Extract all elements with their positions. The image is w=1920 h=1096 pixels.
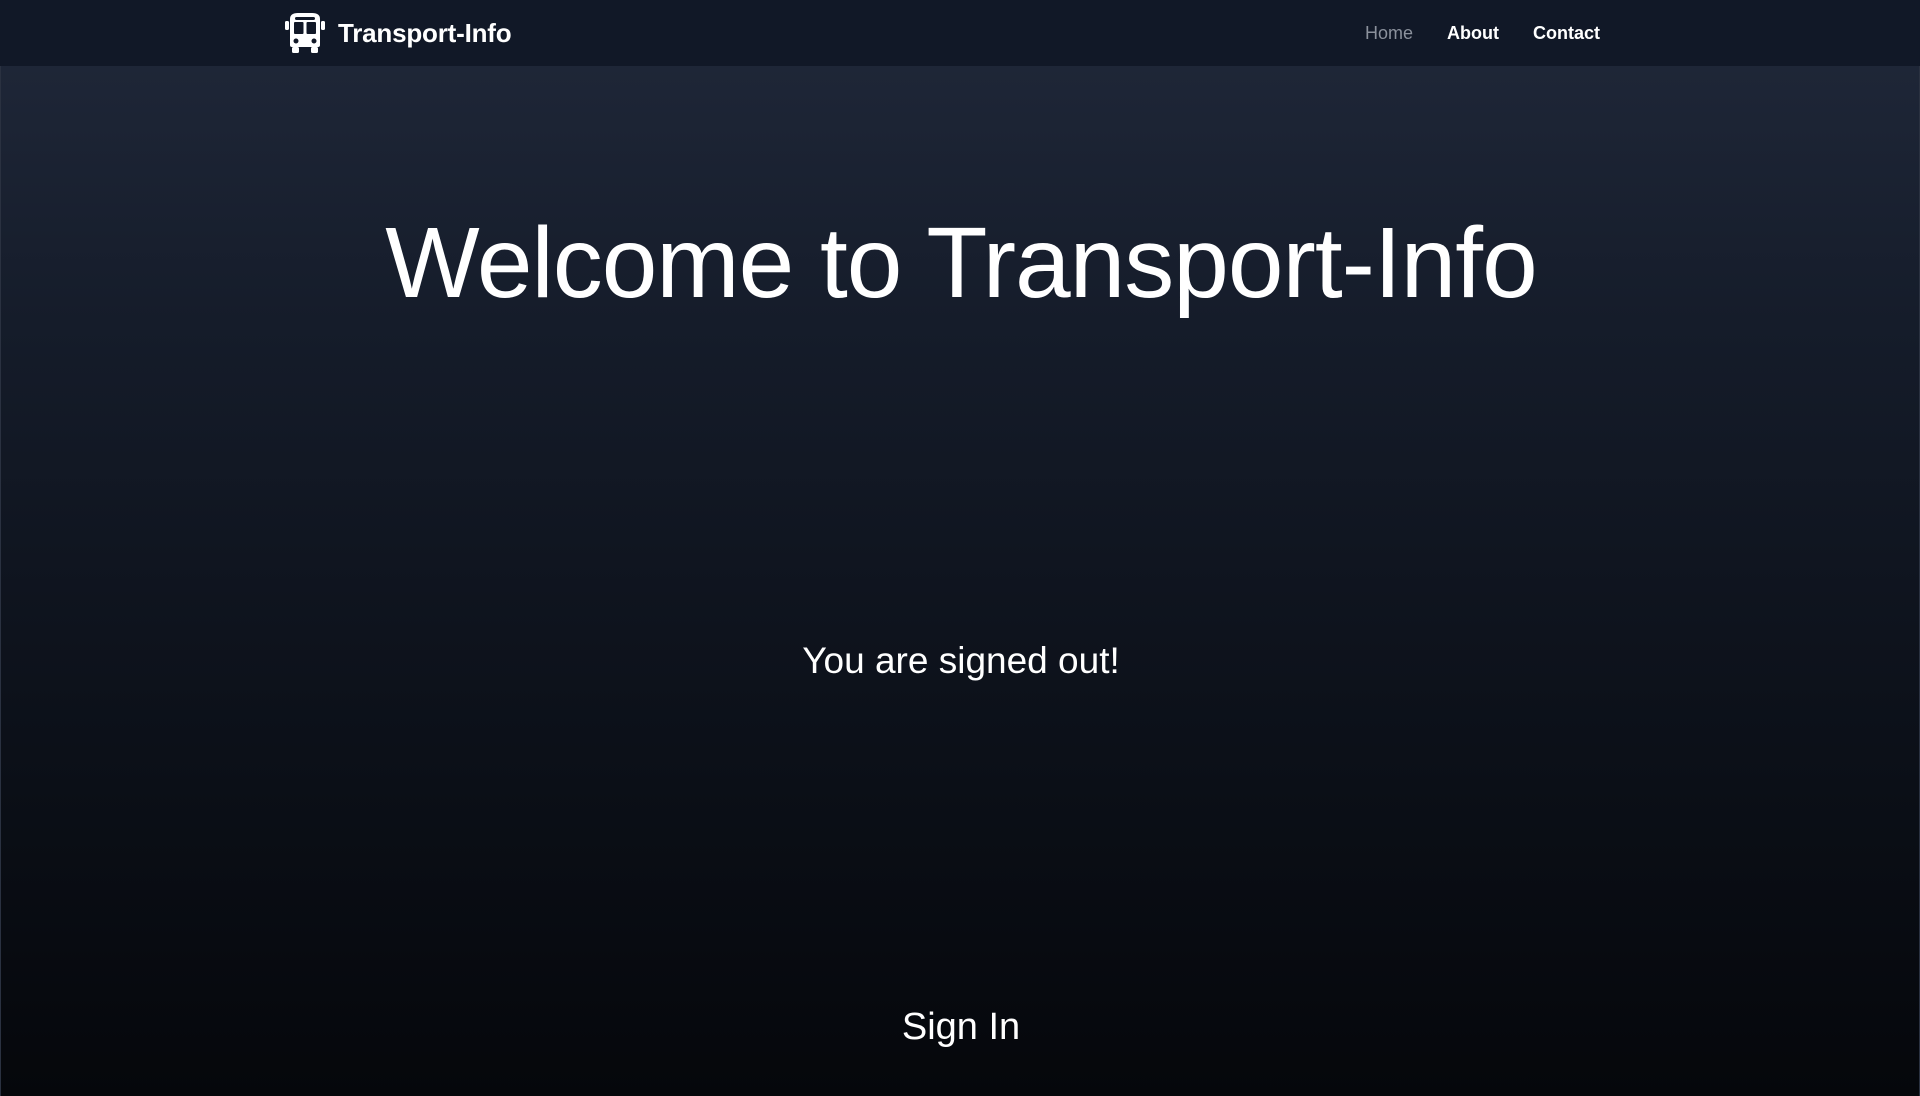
brand-name: Transport-Info <box>338 17 512 48</box>
bus-icon <box>285 13 325 53</box>
nav-link-home[interactable]: Home <box>1365 23 1413 44</box>
sign-in-link[interactable]: Sign In <box>861 1006 1061 1049</box>
hero-section: Welcome to Transport-Info You are signed… <box>0 66 1920 1096</box>
navbar: Transport-Info Home About Contact <box>0 0 1920 66</box>
nav-links: Home About Contact <box>1331 0 1600 66</box>
nav-link-contact[interactable]: Contact <box>1533 23 1600 44</box>
signed-out-message: You are signed out! <box>802 640 1120 681</box>
page: Transport-Info Home About Contact Welcom… <box>0 0 1920 1096</box>
page-title: Welcome to Transport-Info <box>385 207 1537 319</box>
nav-link-about[interactable]: About <box>1447 23 1499 44</box>
brand-link[interactable]: Transport-Info <box>284 11 512 55</box>
